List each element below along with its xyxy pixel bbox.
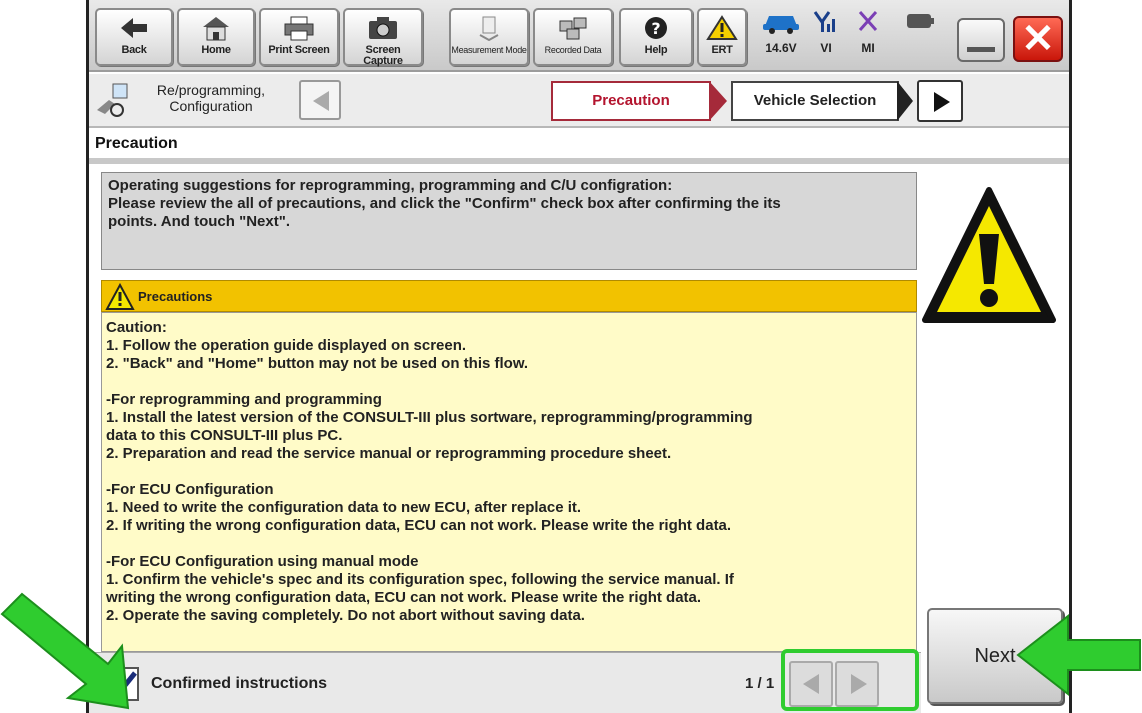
reprogramming-icon	[97, 83, 128, 117]
ert-label: ERT	[711, 44, 733, 56]
precaution-spacer	[106, 463, 912, 481]
operating-suggestions-box: Operating suggestions for reprogramming,…	[101, 172, 917, 270]
info-line: points. And touch "Next".	[108, 213, 290, 230]
battery-voltage-status: 14.6V	[757, 8, 805, 64]
precaution-line: 1. Need to write the configuration data …	[106, 499, 582, 516]
precautions-header-label: Precautions	[138, 289, 213, 304]
print-screen-label: Print Screen	[268, 44, 330, 56]
precaution-line: Caution:	[106, 319, 167, 336]
top-toolbar: Back Home Print Screen Screen Capture Me…	[89, 0, 1069, 72]
home-button[interactable]: Home	[177, 8, 255, 66]
precaution-spacer	[106, 373, 912, 391]
precaution-line: 1. Follow the operation guide displayed …	[106, 337, 467, 354]
mi-disconnected-icon	[858, 11, 878, 31]
precautions-text-area[interactable]: Caution: 1. Follow the operation guide d…	[101, 312, 917, 652]
precaution-line: -For ECU Configuration	[106, 481, 274, 498]
car-icon	[763, 16, 799, 34]
large-warning-icon	[922, 187, 1056, 323]
recorded-data-button[interactable]: Recorded Data	[533, 8, 613, 66]
green-arrow-icon	[1016, 613, 1141, 697]
precaution-line: writing the wrong configuration data, EC…	[106, 589, 702, 606]
minimize-button[interactable]	[957, 18, 1005, 62]
close-button[interactable]: ✕	[1013, 16, 1063, 62]
svg-text:?: ?	[651, 19, 660, 38]
pager-highlight-box	[781, 649, 919, 711]
precaution-line: 2. "Back" and "Home" button may not be u…	[106, 355, 529, 372]
page-title: Precaution	[95, 135, 178, 152]
back-button[interactable]: Back	[95, 8, 173, 66]
home-icon	[203, 17, 229, 41]
page-indicator: 1 / 1	[745, 675, 775, 692]
consult-app-window: Back Home Print Screen Screen Capture Me…	[86, 0, 1072, 713]
vi-status: VI	[809, 8, 843, 64]
back-button-label: Back	[121, 44, 147, 56]
help-button[interactable]: ? Help	[619, 8, 693, 66]
help-label: Help	[644, 44, 668, 56]
mi-label: MI	[861, 41, 875, 55]
precaution-line: 2. Operate the saving completely. Do not…	[106, 607, 585, 624]
ert-button[interactable]: ERT	[697, 8, 747, 66]
workflow-navigation: Re/programming, Configuration Precaution…	[89, 74, 1069, 128]
back-arrow-icon	[121, 18, 147, 38]
measurement-mode-button[interactable]: Measurement Mode	[449, 8, 529, 66]
voltage-label: 14.6V	[765, 41, 797, 55]
step-chevron-icon	[709, 81, 727, 121]
precaution-line: -For ECU Configuration using manual mode	[106, 553, 419, 570]
nav-next-button[interactable]	[917, 80, 963, 122]
precaution-line: 2. If writing the wrong configuration da…	[106, 517, 732, 534]
precaution-line: data to this CONSULT-III plus PC.	[106, 427, 343, 444]
help-icon: ?	[645, 17, 667, 39]
battery-status	[903, 8, 939, 64]
nav-back-button[interactable]	[299, 80, 341, 120]
warning-icon	[105, 283, 135, 310]
green-arrow-icon	[0, 592, 130, 710]
printer-icon	[284, 16, 314, 41]
battery-icon	[907, 14, 934, 28]
step-vehicle-selection[interactable]: Vehicle Selection	[731, 81, 899, 121]
mi-status: MI	[851, 8, 885, 64]
camera-icon	[369, 17, 397, 39]
precaution-spacer	[106, 535, 912, 553]
precaution-line: 1. Confirm the vehicle's spec and its co…	[106, 571, 734, 588]
info-line: Please review the all of precautions, an…	[108, 195, 781, 212]
precaution-line: -For reprogramming and programming	[106, 391, 382, 408]
confirm-checkbox-label[interactable]: Confirmed instructions	[151, 675, 327, 693]
print-screen-button[interactable]: Print Screen	[259, 8, 339, 66]
workflow-title: Re/programming, Configuration	[156, 82, 266, 114]
warning-icon	[706, 15, 738, 40]
screen-capture-label: Screen Capture	[363, 44, 403, 67]
step-chevron-icon	[897, 81, 913, 121]
recorded-data-label: Recorded Data	[544, 45, 602, 55]
measurement-mode-label: Measurement Mode	[451, 45, 527, 55]
home-button-label: Home	[201, 44, 231, 56]
info-line: Operating suggestions for reprogramming,…	[108, 177, 673, 194]
recorded-data-icon	[559, 17, 587, 40]
step-precaution[interactable]: Precaution	[551, 81, 711, 121]
measurement-icon	[479, 16, 499, 41]
screenshot-stage: Back Home Print Screen Screen Capture Me…	[0, 0, 1142, 713]
vi-label: VI	[820, 41, 832, 55]
screen-capture-button[interactable]: Screen Capture	[343, 8, 423, 67]
title-divider	[89, 158, 1069, 164]
vi-signal-icon	[813, 11, 835, 32]
precaution-line: 2. Preparation and read the service manu…	[106, 445, 672, 462]
precautions-header: Precautions	[101, 280, 917, 312]
close-icon: ✕	[1021, 17, 1055, 61]
precaution-line: 1. Install the latest version of the CON…	[106, 409, 753, 426]
